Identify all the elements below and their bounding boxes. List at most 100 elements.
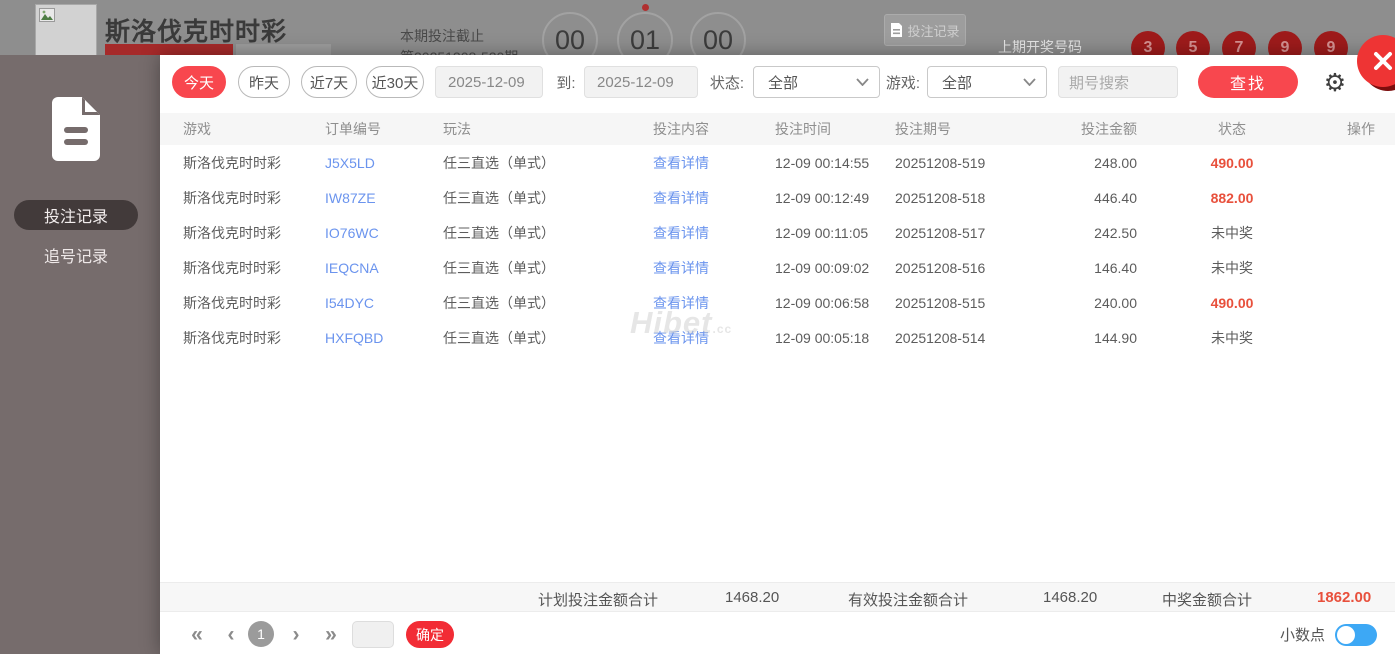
screen: 斯洛伐克时时彩 本期投注截止 第20251208-520期 00 01 00 投… — [0, 0, 1395, 654]
close-icon — [1374, 52, 1392, 70]
date-from-input[interactable]: 2025-12-09 — [435, 66, 543, 98]
cell-view-details-link[interactable]: 查看详情 — [653, 258, 775, 278]
period-search-input[interactable]: 期号搜索 — [1058, 66, 1178, 98]
cell-play: 任三直选（单式） — [443, 189, 555, 206]
filter-7days-button[interactable]: 近7天 — [301, 66, 357, 98]
draw-ball: 5 — [1176, 31, 1210, 55]
table-row: 斯洛伐克时时彩 IW87ZE 任三直选（单式） 查看详情 12-09 00:12… — [160, 180, 1395, 215]
find-button[interactable]: 查找 — [1198, 66, 1298, 98]
cell-view-details-link[interactable]: 查看详情 — [653, 328, 775, 348]
draw-ball: 3 — [1131, 31, 1165, 55]
cell-order-link[interactable]: J5X5LD — [325, 155, 443, 171]
cell-game: 斯洛伐克时时彩 — [183, 189, 281, 206]
decimal-label: 小数点 — [1279, 627, 1325, 644]
cell-game: 斯洛伐克时时彩 — [183, 259, 281, 276]
page-title: 斯洛伐克时时彩 — [105, 18, 288, 46]
last-draw-label: 上期开奖号码 — [998, 39, 1082, 55]
cell-order-link[interactable]: IW87ZE — [325, 190, 443, 206]
table-row: 斯洛伐克时时彩 HXFQBD 任三直选（单式） 查看详情 12-09 00:05… — [160, 320, 1395, 355]
countdown-seconds: 00 — [690, 12, 746, 55]
tab-classic-partial[interactable] — [105, 44, 233, 55]
sidebar-item-chase-records[interactable]: 追号记录 — [14, 242, 138, 268]
tab-alt-partial[interactable] — [236, 44, 331, 55]
gear-icon[interactable]: ⚙ — [1320, 68, 1350, 98]
table-header: 游戏 订单编号 玩法 投注内容 投注时间 投注期号 投注金额 状态 操作 — [160, 113, 1395, 145]
cell-order-link[interactable]: I54DYC — [325, 295, 443, 311]
valid-total-value: 1468.20 — [1043, 589, 1098, 606]
cell-view-details-link[interactable]: 查看详情 — [653, 188, 775, 208]
cell-period: 20251208-515 — [895, 294, 986, 311]
game-select[interactable]: 全部 — [927, 66, 1047, 98]
current-page-button[interactable]: 1 — [248, 621, 274, 647]
col-header-period: 投注期号 — [895, 121, 951, 137]
cell-amount: 248.00 — [1094, 154, 1137, 171]
next-page-button[interactable]: › — [288, 615, 304, 654]
cell-play: 任三直选（单式） — [443, 329, 555, 346]
col-header-order: 订单编号 — [325, 121, 381, 137]
cell-order-link[interactable]: IEQCNA — [325, 260, 443, 276]
cell-amount: 446.40 — [1094, 189, 1137, 206]
cell-order-link[interactable]: HXFQBD — [325, 330, 443, 346]
draw-ball: 9 — [1314, 31, 1348, 55]
table-row: 斯洛伐克时时彩 I54DYC 任三直选（单式） 查看详情 12-09 00:06… — [160, 285, 1395, 320]
cell-period: 20251208-517 — [895, 224, 986, 241]
filter-today-button[interactable]: 今天 — [172, 66, 226, 98]
broken-image-icon — [39, 8, 55, 22]
draw-ball: 7 — [1222, 31, 1256, 55]
win-total-label: 中奖金额合计 — [1162, 592, 1253, 609]
pagination-bar: « ‹ 1 › » 确定 小数点 — [160, 615, 1395, 654]
cell-play: 任三直选（单式） — [443, 154, 555, 171]
date-to-label: 到: — [556, 74, 576, 92]
prev-page-button[interactable]: ‹ — [223, 615, 239, 654]
document-icon — [891, 22, 903, 37]
cell-status: 490.00 — [1210, 294, 1254, 311]
confirm-page-button[interactable]: 确定 — [406, 621, 454, 648]
page-number-input[interactable] — [352, 621, 394, 648]
cell-status: 490.00 — [1210, 154, 1254, 171]
cell-time: 12-09 00:12:49 — [775, 189, 870, 206]
cell-time: 12-09 00:09:02 — [775, 259, 870, 276]
sidebar-item-bet-records[interactable]: 投注记录 — [14, 200, 138, 230]
last-page-button[interactable]: » — [320, 615, 342, 654]
site-logo — [35, 4, 97, 55]
modal-sidebar: 投注记录 追号记录 — [0, 55, 160, 654]
countdown-hours: 00 — [542, 12, 598, 55]
game-select-value: 全部 — [942, 74, 973, 92]
table-row: 斯洛伐克时时彩 IO76WC 任三直选（单式） 查看详情 12-09 00:11… — [160, 215, 1395, 250]
decimal-toggle[interactable] — [1335, 623, 1377, 646]
chevron-down-icon — [856, 78, 869, 86]
cell-order-link[interactable]: IO76WC — [325, 225, 443, 241]
valid-total-label: 有效投注金额合计 — [848, 592, 969, 609]
cell-period: 20251208-519 — [895, 154, 986, 171]
date-to-input[interactable]: 2025-12-09 — [584, 66, 698, 98]
cell-amount: 242.50 — [1094, 224, 1137, 241]
first-page-button[interactable]: « — [186, 615, 208, 654]
cell-time: 12-09 00:06:58 — [775, 294, 870, 311]
cell-status: 未中奖 — [1211, 329, 1253, 346]
bet-record-button[interactable]: 投注记录 — [884, 14, 966, 46]
cell-play: 任三直选（单式） — [443, 259, 555, 276]
summary-bar: 计划投注金额合计 1468.20 有效投注金额合计 1468.20 中奖金额合计… — [160, 582, 1395, 612]
filter-yesterday-button[interactable]: 昨天 — [238, 66, 290, 98]
records-icon — [52, 97, 100, 161]
col-header-play: 玩法 — [443, 121, 471, 137]
cell-play: 任三直选（单式） — [443, 294, 555, 311]
status-select[interactable]: 全部 — [753, 66, 880, 98]
filter-30days-button[interactable]: 近30天 — [366, 66, 424, 98]
cell-status: 未中奖 — [1211, 224, 1253, 241]
cell-game: 斯洛伐克时时彩 — [183, 329, 281, 346]
plan-total-value: 1468.20 — [725, 589, 780, 606]
cell-time: 12-09 00:14:55 — [775, 154, 870, 171]
col-header-time: 投注时间 — [775, 121, 831, 137]
cell-game: 斯洛伐克时时彩 — [183, 294, 281, 311]
table-body: 斯洛伐克时时彩 J5X5LD 任三直选（单式） 查看详情 12-09 00:14… — [160, 145, 1395, 355]
cell-view-details-link[interactable]: 查看详情 — [653, 293, 775, 313]
cell-view-details-link[interactable]: 查看详情 — [653, 223, 775, 243]
countdown-minutes: 01 — [617, 12, 673, 55]
cell-view-details-link[interactable]: 查看详情 — [653, 153, 775, 173]
col-header-game: 游戏 — [183, 121, 211, 137]
col-header-operation: 操作 — [1347, 121, 1375, 137]
draw-ball: 9 — [1268, 31, 1302, 55]
countdown-dot — [642, 4, 649, 11]
page-header-dimmed: 斯洛伐克时时彩 本期投注截止 第20251208-520期 00 01 00 投… — [0, 0, 1395, 55]
